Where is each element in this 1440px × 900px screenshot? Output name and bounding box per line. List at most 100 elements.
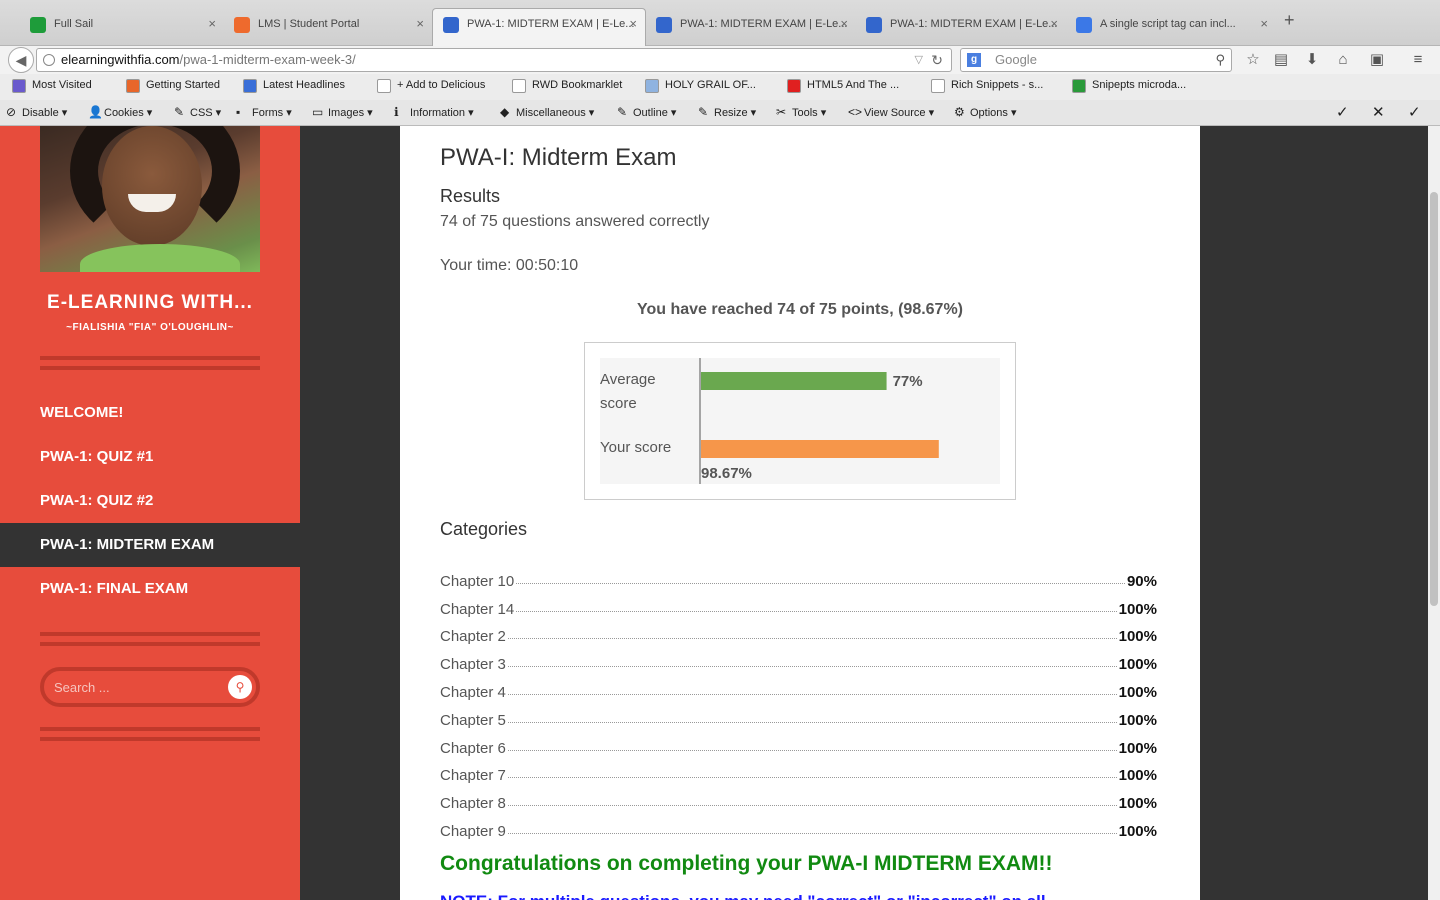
- category-row: Chapter 7 100%: [440, 757, 1157, 785]
- category-row: Chapter 2 100%: [440, 618, 1157, 646]
- points-reached-text: You have reached 74 of 75 points, (98.67…: [636, 301, 964, 318]
- bookmark-item[interactable]: Most Visited: [12, 79, 92, 93]
- globe-icon: [43, 54, 55, 66]
- bookmark-icon: [787, 79, 801, 93]
- page-scrollbar[interactable]: [1428, 126, 1440, 900]
- reload-icon[interactable]: ↻: [931, 49, 943, 71]
- chevron-down-icon: ▾: [925, 107, 935, 119]
- web-developer-toolbar: ⊘ Disable ▾ 👤 Cookies ▾ ✎ CSS ▾ ▪ Forms ▾ ▭ Image…: [0, 100, 1440, 126]
- devtoolbar-item-label: Information: [410, 107, 466, 119]
- chevron-down-icon: ▾: [212, 107, 222, 119]
- category-name: Chapter 9: [440, 822, 506, 840]
- check-icon[interactable]: ✓: [1336, 103, 1349, 121]
- close-icon[interactable]: ✕: [1372, 103, 1385, 121]
- devtoolbar-item-label: Disable: [22, 107, 59, 119]
- bookmark-item[interactable]: Rich Snippets - s...: [931, 79, 1043, 93]
- devtoolbar-item-label: Cookies: [104, 107, 144, 119]
- chevron-down-icon: ▾: [143, 107, 153, 119]
- devtoolbar-menu-item[interactable]: ◆ Miscellaneous ▾: [500, 105, 594, 119]
- browser-tab[interactable]: PWA-1: MIDTERM EXAM | E-Le... ×: [856, 9, 1066, 41]
- tab-close-icon[interactable]: ×: [416, 9, 424, 39]
- dotted-leader: [507, 638, 1117, 640]
- devtoolbar-item-icon: 👤: [88, 105, 103, 119]
- tab-close-icon[interactable]: ×: [1050, 9, 1058, 39]
- browser-tab[interactable]: Full Sail ×: [20, 9, 224, 41]
- home-icon[interactable]: ⌂: [1333, 50, 1353, 70]
- magnifier-icon[interactable]: ⚲: [1215, 49, 1225, 71]
- devtoolbar-item-icon: ✎: [617, 105, 628, 119]
- browser-search-bar[interactable]: g Google ⚲: [960, 48, 1232, 72]
- new-tab-button[interactable]: +: [1284, 10, 1295, 31]
- devtoolbar-item-label: Outline: [633, 107, 668, 119]
- browser-tab[interactable]: PWA-1: MIDTERM EXAM | E-Le... ×: [432, 8, 646, 47]
- devtoolbar-menu-item[interactable]: ✎ Resize ▾: [698, 105, 756, 119]
- google-icon[interactable]: g: [967, 53, 981, 67]
- back-button[interactable]: ◀: [8, 47, 34, 73]
- chevron-down-icon: ▾: [667, 107, 677, 119]
- menu-icon[interactable]: ≡: [1408, 50, 1428, 70]
- devtoolbar-menu-item[interactable]: ✎ Outline ▾: [617, 105, 677, 119]
- bookmarks-bar: Most Visited Getting Started Latest Headli…: [0, 74, 1440, 100]
- search-input[interactable]: [54, 677, 214, 697]
- divider: [40, 356, 260, 370]
- sidebar-menu-item[interactable]: PWA-1: FINAL EXAM: [0, 567, 300, 611]
- bookmark-item[interactable]: HTML5 And The ...: [787, 79, 899, 93]
- sidebar-menu-item[interactable]: PWA-1: QUIZ #2: [0, 479, 300, 523]
- site-subtitle: ~FIALISHIA "FIA" O'LOUGHLIN~: [66, 322, 234, 333]
- devtoolbar-menu-item[interactable]: ▭ Images ▾: [312, 105, 373, 119]
- browser-nav-bar: ◀ elearningwithfia.com/pwa-1-midterm-exa…: [0, 46, 1440, 74]
- devtoolbar-item-icon: ✎: [698, 105, 709, 119]
- dotted-leader: [516, 582, 1125, 584]
- bookmark-item[interactable]: HOLY GRAIL OF...: [645, 79, 756, 93]
- bookmark-label: RWD Bookmarklet: [532, 79, 623, 91]
- devtoolbar-menu-item[interactable]: <> View Source ▾: [848, 105, 935, 119]
- bookmark-item[interactable]: RWD Bookmarklet: [512, 79, 623, 93]
- web-page: E-LEARNING WITH... ~FIALISHIA "FIA" O'LO…: [0, 126, 1440, 900]
- url-bar[interactable]: elearningwithfia.com/pwa-1-midterm-exam-…: [36, 48, 952, 72]
- tab-close-icon[interactable]: ×: [840, 9, 848, 39]
- devtoolbar-menu-item[interactable]: ⊘ Disable ▾: [6, 105, 67, 119]
- sidebar-menu-item[interactable]: WELCOME!: [0, 391, 300, 435]
- tab-close-icon[interactable]: ×: [208, 9, 216, 39]
- devtoolbar-menu-item[interactable]: ℹ Information ▾: [394, 105, 474, 119]
- category-score: 100%: [1118, 628, 1157, 646]
- tab-close-icon[interactable]: ×: [629, 9, 637, 39]
- devtoolbar-menu-item[interactable]: ✎ CSS ▾: [174, 105, 222, 119]
- tab-close-icon[interactable]: ×: [1260, 9, 1268, 39]
- dotted-leader: [507, 693, 1117, 695]
- category-name: Chapter 8: [440, 795, 506, 813]
- category-name: Chapter 7: [440, 767, 506, 785]
- dotted-leader: [507, 666, 1117, 668]
- bookmark-item[interactable]: + Add to Delicious: [377, 79, 485, 93]
- sidebar-menu-item[interactable]: PWA-1: MIDTERM EXAM: [0, 523, 300, 567]
- url-dropdown-icon[interactable]: ▽: [915, 49, 923, 71]
- reading-list-icon[interactable]: ▤: [1271, 50, 1291, 70]
- search-icon[interactable]: ⚲: [228, 675, 252, 699]
- browser-tab[interactable]: LMS | Student Portal ×: [224, 9, 432, 41]
- devtoolbar-menu-item[interactable]: ⚙ Options ▾: [954, 105, 1017, 119]
- addon-icon[interactable]: ▣: [1367, 50, 1387, 70]
- tab-favicon-icon: [234, 17, 250, 33]
- tab-favicon-icon: [1076, 17, 1092, 33]
- devtoolbar-menu-item[interactable]: ▪ Forms ▾: [236, 105, 292, 119]
- browser-tab[interactable]: A single script tag can incl... ×: [1066, 9, 1276, 41]
- downloads-icon[interactable]: ⬇: [1302, 50, 1322, 70]
- divider: [40, 727, 260, 741]
- devtoolbar-menu-item[interactable]: ✂ Tools ▾: [776, 105, 827, 119]
- devtoolbar-menu-item[interactable]: 👤 Cookies ▾: [88, 105, 153, 119]
- tab-favicon-icon: [30, 17, 46, 33]
- bookmark-icon: [243, 79, 257, 93]
- devtoolbar-item-icon: ⊘: [6, 105, 17, 119]
- bookmark-item[interactable]: Getting Started: [126, 79, 220, 93]
- scrollbar-thumb[interactable]: [1430, 192, 1438, 606]
- site-title[interactable]: E-LEARNING WITH...: [0, 292, 300, 314]
- sidebar-menu-item[interactable]: PWA-1: QUIZ #1: [0, 435, 300, 479]
- validate-check-icon[interactable]: ✓: [1408, 103, 1421, 121]
- bookmark-item[interactable]: Latest Headlines: [243, 79, 345, 93]
- chevron-down-icon: ▾: [817, 107, 827, 119]
- browser-tab[interactable]: PWA-1: MIDTERM EXAM | E-Le... ×: [646, 9, 856, 41]
- bookmark-star-icon[interactable]: ☆: [1243, 50, 1263, 70]
- bookmark-item[interactable]: Snipepts microda...: [1072, 79, 1186, 93]
- bookmark-icon: [126, 79, 140, 93]
- category-name: Chapter 5: [440, 711, 506, 729]
